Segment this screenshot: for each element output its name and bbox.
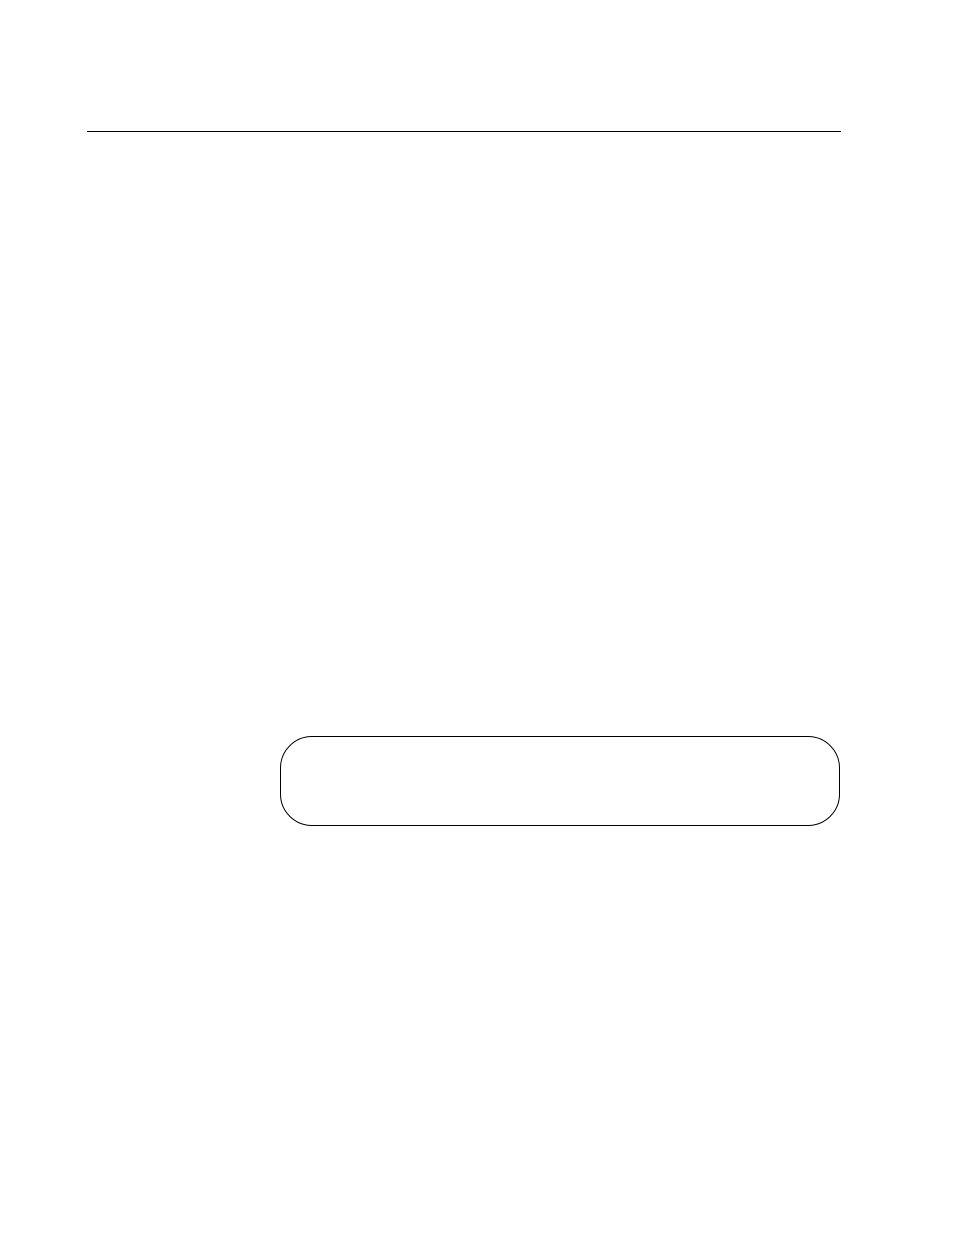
rounded-rectangle bbox=[280, 736, 840, 826]
document-page bbox=[0, 0, 954, 1235]
header-rule bbox=[87, 131, 841, 132]
